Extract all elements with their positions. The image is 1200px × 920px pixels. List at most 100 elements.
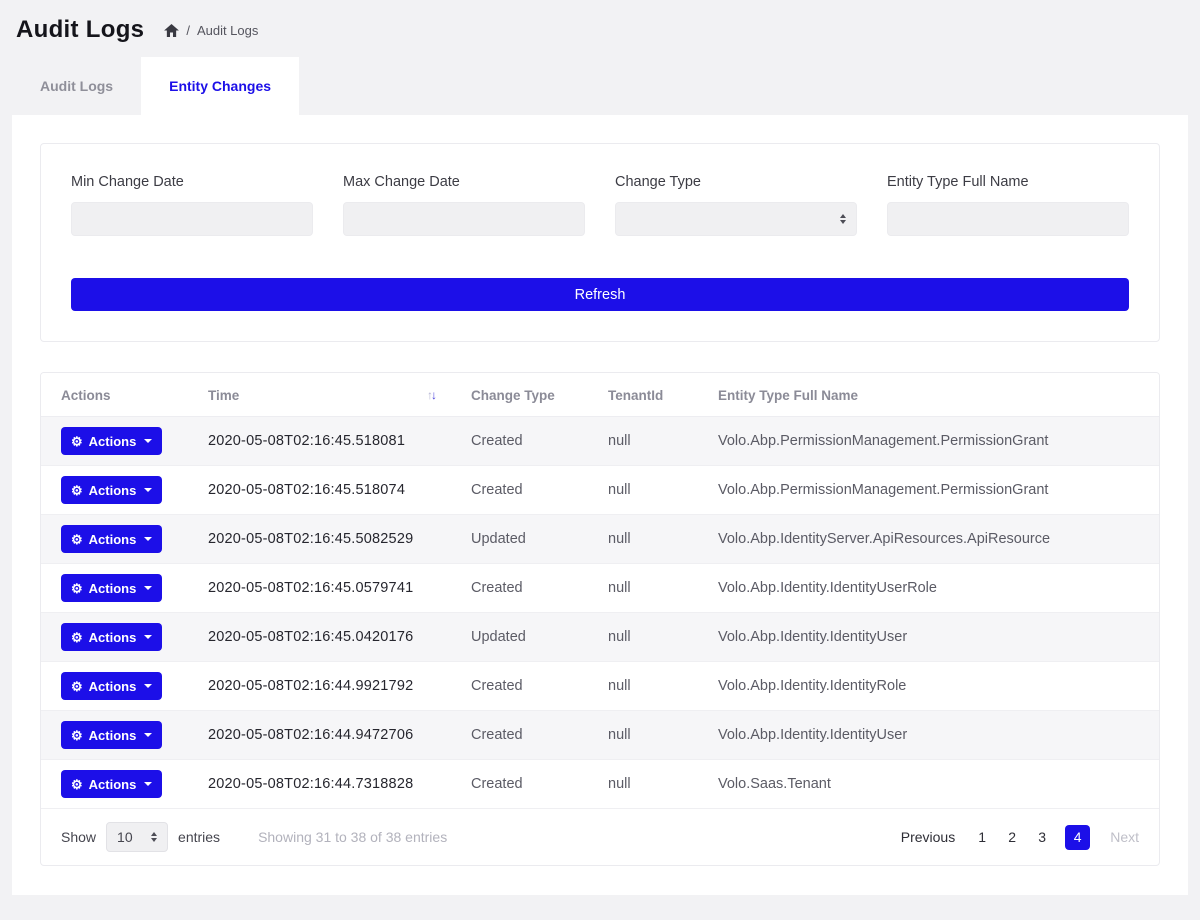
col-header-actions: Actions <box>41 373 188 417</box>
actions-button-label: Actions <box>89 532 137 547</box>
sort-desc-icon: ↓ <box>431 388 435 402</box>
select-arrows-icon <box>151 832 157 842</box>
home-icon[interactable] <box>164 24 179 37</box>
entries-label: entries <box>178 829 220 845</box>
row-actions-button[interactable]: ⚙Actions <box>61 721 162 749</box>
row-entity-type: Volo.Abp.PermissionManagement.Permission… <box>698 466 1159 515</box>
tab-bar: Audit Logs Entity Changes <box>12 57 1188 115</box>
page-size-value: 10 <box>117 829 133 845</box>
row-actions-button[interactable]: ⚙ Actions <box>61 574 162 602</box>
sort-icon[interactable]: ↑↓ <box>427 388 435 402</box>
pagination-next[interactable]: Next <box>1110 829 1139 845</box>
pagination-page-2[interactable]: 2 <box>1005 829 1019 845</box>
table-header-row: Actions Time ↑↓ Change Type TenantId Ent… <box>41 373 1159 417</box>
row-change-type: Created <box>451 711 588 760</box>
row-actions-button[interactable]: ⚙ Actions <box>61 623 162 651</box>
actions-button-label: Actions <box>89 581 137 596</box>
table-body: ⚙Actions2020-05-08T02:16:45.518081Create… <box>41 417 1159 809</box>
row-tenant-id: null <box>588 417 698 466</box>
table-row: ⚙Actions2020-05-08T02:16:45.5082529Updat… <box>41 515 1159 564</box>
row-actions-button[interactable]: ⚙ Actions <box>61 672 162 700</box>
max-change-date-input[interactable] <box>343 202 585 236</box>
tab-audit-logs[interactable]: Audit Logs <box>12 57 141 115</box>
min-change-date-input[interactable] <box>71 202 313 236</box>
max-change-date-label: Max Change Date <box>343 174 585 190</box>
actions-button-label: Actions <box>89 777 137 792</box>
row-entity-type: Volo.Abp.Identity.IdentityUser <box>698 711 1159 760</box>
row-actions-button[interactable]: ⚙ Actions <box>61 476 162 504</box>
gear-icon: ⚙ <box>71 631 83 644</box>
pagination-pages: 1234 <box>975 825 1090 850</box>
row-time: 2020-05-08T02:16:45.518081 <box>188 417 451 466</box>
pagination-page-4[interactable]: 4 <box>1065 825 1090 850</box>
gear-icon: ⚙ <box>71 435 83 448</box>
row-tenant-id: null <box>588 613 698 662</box>
row-tenant-id: null <box>588 760 698 809</box>
col-header-time[interactable]: Time ↑↓ <box>188 373 451 417</box>
breadcrumb: / Audit Logs <box>164 23 258 38</box>
actions-button-label: Actions <box>89 630 137 645</box>
min-change-date-label: Min Change Date <box>71 174 313 190</box>
table-row: ⚙ Actions 2020-05-08T02:16:44.9921792Creat… <box>41 662 1159 711</box>
row-time: 2020-05-08T02:16:44.9921792 <box>188 662 451 711</box>
row-tenant-id: null <box>588 662 698 711</box>
table-row: ⚙Actions2020-05-08T02:16:45.0579741Creat… <box>41 564 1159 613</box>
row-time: 2020-05-08T02:16:45.518074 <box>188 466 451 515</box>
pagination-previous[interactable]: Previous <box>901 829 955 845</box>
col-header-change-type[interactable]: Change Type <box>451 373 588 417</box>
table-footer: Show 10 entries Showing 31 to 38 of 38 e… <box>41 809 1159 865</box>
page-size-select[interactable]: 10 <box>106 822 168 852</box>
table-row: ⚙ Actions 2020-05-08T02:16:44.7318828Creat… <box>41 760 1159 809</box>
row-actions-button[interactable]: ⚙ Actions <box>61 770 162 798</box>
row-tenant-id: null <box>588 515 698 564</box>
caret-down-icon <box>144 733 152 737</box>
gear-icon: ⚙ <box>71 484 83 497</box>
gear-icon: ⚙ <box>71 680 83 693</box>
gear-icon: ⚙ <box>71 778 83 791</box>
actions-button-label: Actions <box>89 483 137 498</box>
caret-down-icon <box>144 586 152 590</box>
row-tenant-id: null <box>588 711 698 760</box>
entity-type-field: Entity Type Full Name <box>887 174 1129 236</box>
actions-button-label: Actions <box>89 679 137 694</box>
row-change-type: Created <box>451 760 588 809</box>
row-entity-type: Volo.Abp.IdentityServer.ApiResources.Api… <box>698 515 1159 564</box>
row-time: 2020-05-08T02:16:44.7318828 <box>188 760 451 809</box>
pagination-page-1[interactable]: 1 <box>975 829 989 845</box>
entity-changes-table: Actions Time ↑↓ Change Type TenantId Ent… <box>41 373 1159 809</box>
tab-content-panel: Min Change Date Max Change Date Change T… <box>12 115 1188 895</box>
row-entity-type: Volo.Abp.Identity.IdentityUser <box>698 613 1159 662</box>
row-change-type: Created <box>451 564 588 613</box>
row-time: 2020-05-08T02:16:45.5082529 <box>188 515 451 564</box>
breadcrumb-separator: / <box>186 23 190 38</box>
filter-card: Min Change Date Max Change Date Change T… <box>40 143 1160 342</box>
col-header-entity-type[interactable]: Entity Type Full Name <box>698 373 1159 417</box>
showing-info: Showing 31 to 38 of 38 entries <box>258 829 447 845</box>
row-tenant-id: null <box>588 466 698 515</box>
select-arrows-icon <box>840 214 846 224</box>
entity-type-input[interactable] <box>887 202 1129 236</box>
pagination: Previous 1234 Next <box>901 825 1139 850</box>
table-row: ⚙Actions2020-05-08T02:16:45.518074Create… <box>41 466 1159 515</box>
tab-entity-changes[interactable]: Entity Changes <box>141 57 299 115</box>
row-entity-type: Volo.Saas.Tenant <box>698 760 1159 809</box>
pagination-page-3[interactable]: 3 <box>1035 829 1049 845</box>
page-title: Audit Logs <box>16 16 144 44</box>
table-row: ⚙ Actions 2020-05-08T02:16:45.518081Create… <box>41 417 1159 466</box>
page-header: Audit Logs / Audit Logs <box>0 0 1200 57</box>
row-actions-button[interactable]: ⚙ Actions <box>61 427 162 455</box>
row-change-type: Created <box>451 417 588 466</box>
actions-button-label: Actions <box>89 434 137 449</box>
row-change-type: Created <box>451 662 588 711</box>
max-change-date-field: Max Change Date <box>343 174 585 236</box>
gear-icon: ⚙ <box>71 582 83 595</box>
show-label: Show <box>61 829 96 845</box>
caret-down-icon <box>144 537 152 541</box>
caret-down-icon <box>144 782 152 786</box>
change-type-select[interactable] <box>615 202 857 236</box>
col-header-tenant-id[interactable]: TenantId <box>588 373 698 417</box>
table-card: Actions Time ↑↓ Change Type TenantId Ent… <box>40 372 1160 866</box>
row-actions-button[interactable]: ⚙ Actions <box>61 525 162 553</box>
gear-icon: ⚙ <box>71 533 83 546</box>
refresh-button[interactable]: Refresh <box>71 278 1129 311</box>
